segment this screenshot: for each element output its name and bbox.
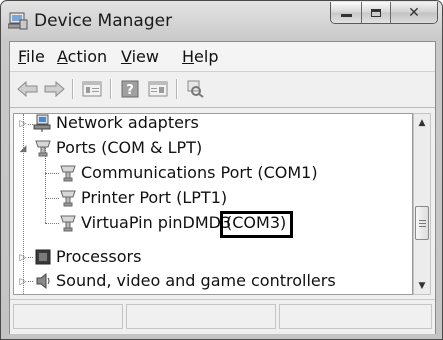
toolbar: ?: [10, 72, 435, 108]
speaker-icon: [36, 272, 50, 290]
scan-hardware-icon: [187, 80, 204, 98]
scroll-down-arrow-icon[interactable]: ▼: [414, 277, 430, 294]
tree-node-com1[interactable]: Communications Port (COM1): [14, 161, 412, 186]
menu-action[interactable]: Action: [57, 47, 107, 66]
grip-line: [419, 223, 426, 224]
update-driver-icon: [148, 81, 168, 97]
status-bar: [10, 299, 435, 334]
tree-node-label: Ports (COM & LPT): [56, 138, 203, 157]
properties-icon: [82, 81, 102, 97]
tree-node-sound-video-game[interactable]: ▷ Sound, video and game controllers: [14, 269, 412, 294]
help-icon: ?: [121, 80, 139, 98]
scroll-up-arrow-icon[interactable]: ▲: [414, 114, 430, 131]
port-icon: [60, 165, 76, 182]
tree-node-label: Printer Port (LPT1): [81, 188, 228, 207]
status-pane: [126, 304, 276, 329]
processor-icon: [35, 249, 51, 265]
scan-hardware-button[interactable]: [183, 78, 207, 100]
back-arrow-icon: [17, 81, 38, 97]
menu-bar: File Action View Help: [10, 42, 435, 72]
tree-node-network-adapters[interactable]: ▷ Network adapters: [14, 113, 412, 136]
menu-file[interactable]: File: [18, 47, 45, 66]
help-button[interactable]: ?: [118, 78, 142, 100]
update-driver-button[interactable]: [146, 78, 170, 100]
menu-view[interactable]: View: [121, 47, 159, 66]
tree-node-label: Processors: [56, 247, 142, 266]
status-pane: [13, 304, 123, 329]
status-pane: [279, 304, 432, 329]
maximize-button[interactable]: [362, 2, 391, 23]
port-icon: [60, 215, 76, 232]
device-tree[interactable]: ▷ Network adapters ◢ Ports (COM & LPT) C…: [13, 113, 413, 295]
device-manager-window: Device Manager ✕ File Action View Help ?…: [0, 0, 443, 340]
properties-button[interactable]: [80, 78, 104, 100]
grip-line: [419, 220, 426, 221]
tree-node-virtuapin-pindmd3[interactable]: VirtuaPin pinDMD3 (COM3): [14, 211, 412, 236]
device-manager-app-icon: [8, 12, 28, 30]
grip-line: [419, 226, 426, 227]
title-bar[interactable]: Device Manager ✕: [1, 1, 442, 41]
window-title: Device Manager: [34, 11, 173, 31]
forward-arrow-icon: [44, 81, 65, 97]
maximize-icon: [371, 8, 381, 17]
client-area: File Action View Help ? ▷ Network adapte…: [9, 41, 436, 334]
minimize-button[interactable]: [331, 2, 362, 23]
collapse-arrow-icon[interactable]: ◢: [18, 144, 28, 154]
svg-text:?: ?: [126, 83, 134, 98]
port-icon: [60, 190, 76, 207]
menu-help[interactable]: Help: [182, 47, 218, 66]
tree-node-label: VirtuaPin pinDMD3: [81, 213, 232, 232]
close-button[interactable]: ✕: [391, 2, 437, 23]
tree-node-lpt1[interactable]: Printer Port (LPT1): [14, 186, 412, 211]
back-button[interactable]: [16, 78, 40, 100]
tree-node-label: Sound, video and game controllers: [56, 271, 336, 290]
forward-button[interactable]: [42, 78, 66, 100]
minimize-icon: [340, 14, 352, 17]
toolbar-separator: [176, 79, 178, 99]
vertical-scrollbar[interactable]: ▲ ▼: [413, 113, 431, 295]
network-adapter-icon: [33, 114, 51, 132]
port-icon: [35, 140, 51, 157]
expand-arrow-icon[interactable]: ▷: [18, 277, 28, 287]
tree-node-ports[interactable]: ◢ Ports (COM & LPT): [14, 136, 412, 161]
close-icon: ✕: [408, 4, 420, 21]
tree-node-label: Network adapters: [56, 113, 199, 132]
tree-node-processors[interactable]: ▷ Processors: [14, 245, 412, 270]
toolbar-separator: [72, 79, 74, 99]
expand-arrow-icon[interactable]: ▷: [18, 253, 28, 263]
caption-buttons: ✕: [330, 2, 438, 24]
com3-highlight-box: [220, 211, 293, 238]
scrollbar-thumb[interactable]: [415, 206, 429, 240]
toolbar-separator: [110, 79, 112, 99]
expand-arrow-icon[interactable]: ▷: [18, 119, 28, 129]
tree-node-label: Communications Port (COM1): [81, 163, 318, 182]
